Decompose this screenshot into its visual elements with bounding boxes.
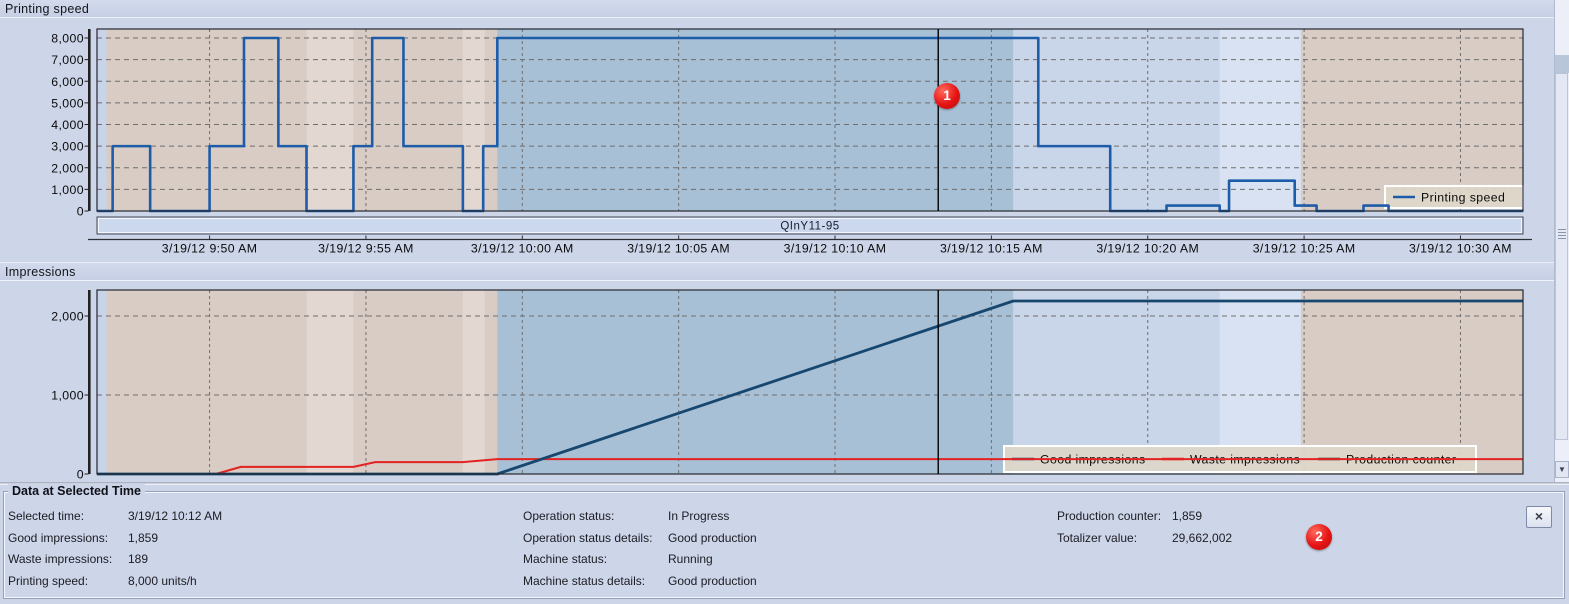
operation-band-label: QInY11-95 [780, 221, 839, 233]
status-region [1013, 29, 1219, 211]
field-label: Machine status: [523, 552, 668, 566]
field-value: In Progress [668, 509, 729, 523]
scrollbar-down-button[interactable]: ▼ [1555, 461, 1569, 478]
y-tick-label: 8,000 [51, 32, 84, 46]
y-tick-label: 0 [77, 468, 84, 482]
y-tick-label: 5,000 [51, 96, 84, 110]
field-value: 1,859 [1172, 509, 1202, 523]
x-tick-label: 3/19/12 10:20 AM [1096, 242, 1199, 256]
x-tick-label: 3/19/12 10:00 AM [471, 242, 574, 256]
data-row: Operation status: In Progress [523, 509, 757, 523]
panel-separator [0, 482, 1569, 485]
data-row: Machine status: Running [523, 552, 757, 566]
x-tick-label: 3/19/12 10:10 AM [784, 242, 887, 256]
y-tick-label: 2,000 [51, 161, 84, 175]
status-region [353, 29, 462, 211]
y-tick-label: 1,000 [51, 389, 84, 403]
chart-impressions[interactable]: 01,0002,000Good impressionsWaste impress… [51, 290, 1523, 482]
y-tick-label: 7,000 [51, 53, 84, 67]
status-region [463, 290, 485, 474]
y-tick-label: 0 [77, 205, 84, 219]
scrollbar-thumb[interactable] [1555, 73, 1568, 440]
data-row: Operation status details: Good productio… [523, 531, 757, 545]
x-tick-label: 3/19/12 10:15 AM [940, 242, 1043, 256]
chevron-down-icon: ▼ [1558, 465, 1566, 474]
data-row: Printing speed: 8,000 units/h [8, 574, 222, 588]
status-region [353, 290, 462, 474]
field-label: Machine status details: [523, 574, 668, 588]
field-value: 29,662,002 [1172, 531, 1232, 545]
close-button[interactable]: × [1526, 506, 1552, 528]
field-label: Production counter: [1057, 509, 1172, 523]
y-tick-label: 4,000 [51, 118, 84, 132]
data-row: Good impressions: 1,859 [8, 531, 222, 545]
application-window: 0 1,000 2,000 3,000 4,000 5,000 6,000 7,000 8,00… [0, 0, 1569, 604]
status-region [485, 29, 498, 211]
legend-label: Printing speed [1421, 191, 1505, 205]
data-row: Machine status details: Good production [523, 574, 757, 588]
field-label: Operation status: [523, 509, 668, 523]
field-value: Running [668, 552, 713, 566]
printing-speed-header: Printing speed [0, 0, 1559, 18]
status-region [97, 29, 106, 211]
field-label: Totalizer value: [1057, 531, 1172, 545]
x-tick-label: 3/19/12 9:55 AM [318, 242, 414, 256]
data-row: Production counter: 1,859 [1057, 509, 1232, 523]
y-tick-label: 1,000 [51, 183, 84, 197]
field-label: Waste impressions: [8, 552, 128, 566]
data-row: Selected time: 3/19/12 10:12 AM [8, 509, 222, 523]
field-value: Good production [668, 574, 757, 588]
status-region [97, 290, 106, 474]
field-value: 189 [128, 552, 148, 566]
status-region [1220, 29, 1301, 211]
data-column-right: Production counter: 1,859 Totalizer valu… [1057, 509, 1232, 545]
data-row: Waste impressions: 189 [8, 552, 222, 566]
x-tick-label: 3/19/12 9:50 AM [162, 242, 258, 256]
data-column-left: Selected time: 3/19/12 10:12 AM Good imp… [8, 509, 222, 588]
field-label: Printing speed: [8, 574, 128, 588]
group-title: Data at Selected Time [8, 484, 145, 498]
status-region [497, 29, 1013, 211]
scrollbar-top-block[interactable] [1555, 55, 1569, 73]
status-region [106, 290, 306, 474]
status-region [106, 29, 306, 211]
status-region [463, 29, 485, 211]
status-region [1301, 29, 1523, 211]
data-column-middle: Operation status: In Progress Operation … [523, 509, 757, 588]
impressions-header: Impressions [0, 262, 1559, 281]
printing-speed-title: Printing speed [5, 2, 89, 16]
x-tick-label: 3/19/12 10:30 AM [1409, 242, 1512, 256]
field-label: Selected time: [8, 509, 128, 523]
field-value: Good production [668, 531, 757, 545]
x-tick-label: 3/19/12 10:05 AM [627, 242, 730, 256]
y-tick-label: 3,000 [51, 140, 84, 154]
annotation-badge-2: 2 [1306, 524, 1332, 550]
x-tick-label: 3/19/12 10:25 AM [1253, 242, 1356, 256]
data-at-selected-time-group [3, 491, 1565, 599]
field-value: 8,000 units/h [128, 574, 197, 588]
field-value: 1,859 [128, 531, 158, 545]
status-region [307, 29, 354, 211]
data-row: Totalizer value: 29,662,002 [1057, 531, 1232, 545]
field-value: 3/19/12 10:12 AM [128, 509, 222, 523]
y-tick-label: 6,000 [51, 75, 84, 89]
status-region [497, 290, 1013, 474]
field-label: Good impressions: [8, 531, 128, 545]
close-icon: × [1535, 508, 1543, 524]
y-tick-label: 2,000 [51, 310, 84, 324]
chart-printing-speed[interactable]: 0 1,000 2,000 3,000 4,000 5,000 6,000 7,000 8,00… [51, 29, 1523, 219]
status-region [307, 290, 354, 474]
scrollbar-grip-icon [1558, 229, 1566, 240]
field-label: Operation status details: [523, 531, 668, 545]
annotation-badge-1: 1 [934, 83, 960, 109]
status-region [485, 290, 498, 474]
impressions-title: Impressions [5, 265, 76, 279]
